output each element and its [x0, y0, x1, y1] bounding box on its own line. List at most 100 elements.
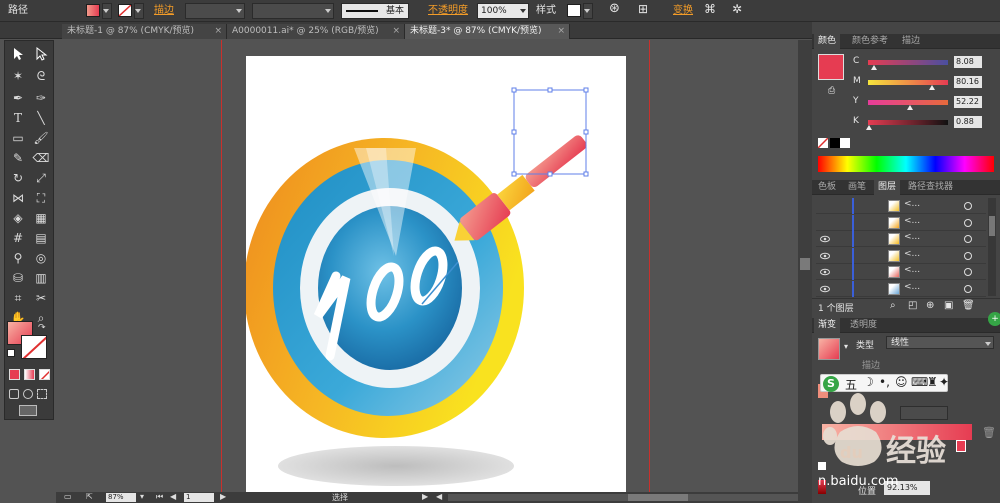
- artboard-nav-icon[interactable]: ▭: [64, 492, 72, 501]
- layers-scrollbar[interactable]: [988, 198, 996, 296]
- visibility-eye-icon[interactable]: [820, 234, 830, 244]
- wrench-icon[interactable]: ✦: [939, 375, 949, 389]
- none-mode-icon[interactable]: [39, 369, 50, 380]
- artboard-tool-icon[interactable]: ⌗: [8, 289, 28, 307]
- horizontal-scroll-thumb[interactable]: [628, 494, 688, 501]
- symbol-sprayer-tool-icon[interactable]: ⛁: [8, 269, 28, 287]
- horizontal-scrollbar[interactable]: [448, 494, 798, 501]
- graphic-style-dropdown[interactable]: [583, 3, 593, 19]
- visibility-eye-icon[interactable]: [820, 251, 830, 261]
- artboard-number-field[interactable]: 1: [184, 493, 214, 502]
- yellow-slider[interactable]: Y 52.22: [848, 96, 998, 110]
- fill-swatch[interactable]: [86, 4, 100, 17]
- perspective-grid-tool-icon[interactable]: ▦: [31, 209, 51, 227]
- layers-scroll-thumb[interactable]: [989, 216, 995, 236]
- stroke-label[interactable]: 描边: [154, 3, 174, 19]
- select-similar-icon[interactable]: ✲: [732, 1, 742, 17]
- recolor-icon[interactable]: ⊛: [609, 1, 620, 17]
- vertical-scroll-thumb[interactable]: [800, 258, 810, 270]
- punctuation-icon[interactable]: •,: [879, 375, 890, 389]
- layer-target-icon[interactable]: [964, 284, 972, 293]
- magenta-thumb[interactable]: [929, 85, 935, 90]
- new-sublayer-icon[interactable]: ⊕: [926, 300, 934, 311]
- tab-document-1[interactable]: 未标题-1 @ 87% (CMYK/预览) ×: [62, 24, 227, 39]
- close-icon[interactable]: ×: [392, 24, 400, 39]
- gradient-preview[interactable]: [818, 338, 840, 360]
- rectangle-tool-icon[interactable]: ▭: [8, 129, 28, 147]
- brush-style-dropdown[interactable]: 基本: [341, 3, 409, 19]
- tab-layers[interactable]: 图层: [874, 180, 901, 195]
- locate-object-icon[interactable]: ⌕: [890, 300, 896, 311]
- moon-icon[interactable]: ☽: [863, 375, 874, 389]
- screen-mode-icon[interactable]: [19, 405, 37, 416]
- eyedropper-tool-icon[interactable]: ⚲: [8, 249, 28, 267]
- pencil-tool-icon[interactable]: ✎: [8, 149, 28, 167]
- rotate-tool-icon[interactable]: ↻: [8, 169, 28, 187]
- mesh-tool-icon[interactable]: #: [8, 229, 28, 247]
- scroll-left-icon[interactable]: ◀: [436, 492, 442, 501]
- fill-color-preview[interactable]: [818, 54, 844, 80]
- line-tool-icon[interactable]: ╲: [31, 109, 51, 127]
- zoom-dropdown-icon[interactable]: ▾: [140, 492, 144, 501]
- magenta-value[interactable]: 80.16: [954, 76, 982, 88]
- new-layer-icon[interactable]: ▣: [944, 300, 953, 311]
- visibility-eye-icon[interactable]: [820, 267, 830, 277]
- first-artboard-icon[interactable]: ⏮: [156, 492, 163, 502]
- lasso-tool-icon[interactable]: ᘓ: [31, 67, 51, 85]
- transform-label[interactable]: 变换: [673, 3, 693, 19]
- yellow-value[interactable]: 52.22: [954, 96, 982, 108]
- out-of-gamut-icon[interactable]: ⎙: [828, 86, 835, 96]
- black-thumb[interactable]: [865, 125, 872, 130]
- next-artboard-icon[interactable]: ▶: [220, 492, 226, 501]
- magenta-track[interactable]: [868, 80, 948, 85]
- layer-target-icon[interactable]: [964, 218, 972, 227]
- tab-document-2[interactable]: A0000011.ai* @ 25% (RGB/预览) ×: [227, 24, 405, 39]
- layer-row[interactable]: <...: [816, 280, 986, 297]
- color-mode-icon[interactable]: [9, 369, 20, 380]
- tab-gradient[interactable]: 渐变: [814, 318, 841, 333]
- gradient-tool-icon[interactable]: ▤: [31, 229, 51, 247]
- draw-normal-icon[interactable]: [9, 389, 19, 399]
- color-spectrum-bar[interactable]: [818, 156, 994, 172]
- layer-target-icon[interactable]: [964, 268, 972, 276]
- artboard[interactable]: 100: [244, 56, 626, 492]
- graphic-style-swatch[interactable]: [567, 4, 581, 17]
- layer-row[interactable]: <...: [816, 247, 986, 264]
- black-color-swatch[interactable]: [830, 138, 840, 148]
- pen-tool-icon[interactable]: ✒: [8, 89, 28, 107]
- gradient-type-dropdown[interactable]: 线性: [886, 336, 994, 349]
- status-menu-icon[interactable]: ▶: [422, 492, 428, 501]
- keyboard-icon[interactable]: ⌨: [911, 375, 928, 389]
- black-track[interactable]: [868, 120, 948, 125]
- align-icon[interactable]: ⊞: [638, 1, 648, 17]
- black-value[interactable]: 0.88: [954, 116, 982, 128]
- tab-color[interactable]: 颜色: [814, 34, 841, 49]
- eraser-tool-icon[interactable]: ⌫: [31, 149, 51, 167]
- close-icon[interactable]: ×: [557, 24, 565, 39]
- width-tool-icon[interactable]: ⋈: [8, 189, 28, 207]
- slice-tool-icon[interactable]: ✂: [31, 289, 51, 307]
- layer-row[interactable]: <...: [816, 264, 986, 280]
- emoji-icon[interactable]: ☺: [895, 375, 908, 389]
- gradient-mode-icon[interactable]: [24, 369, 35, 380]
- paintbrush-tool-icon[interactable]: 🖌︎: [31, 129, 51, 147]
- layer-target-icon[interactable]: [964, 202, 972, 210]
- variable-width-dropdown[interactable]: [252, 3, 334, 19]
- ime-mode[interactable]: 五: [845, 376, 857, 393]
- none-color-swatch[interactable]: [818, 138, 828, 148]
- white-color-swatch[interactable]: [840, 138, 850, 148]
- visibility-eye-icon[interactable]: [820, 218, 830, 228]
- yellow-thumb[interactable]: [906, 105, 913, 110]
- shape-builder-tool-icon[interactable]: ◈: [8, 209, 28, 227]
- layer-row[interactable]: <...: [816, 214, 986, 231]
- stroke-color-box[interactable]: [21, 335, 47, 359]
- free-transform-tool-icon[interactable]: ⛶: [31, 189, 51, 207]
- stroke-weight-field[interactable]: [185, 3, 245, 19]
- tab-brushes[interactable]: 画笔: [844, 180, 870, 195]
- curvature-tool-icon[interactable]: ✑: [31, 89, 51, 107]
- cyan-value[interactable]: 8.08: [954, 56, 982, 68]
- cyan-thumb[interactable]: [871, 65, 878, 70]
- layer-row[interactable]: <...: [816, 198, 986, 214]
- cyan-slider[interactable]: C 8.08: [848, 56, 998, 70]
- tab-swatches[interactable]: 色板: [814, 180, 840, 195]
